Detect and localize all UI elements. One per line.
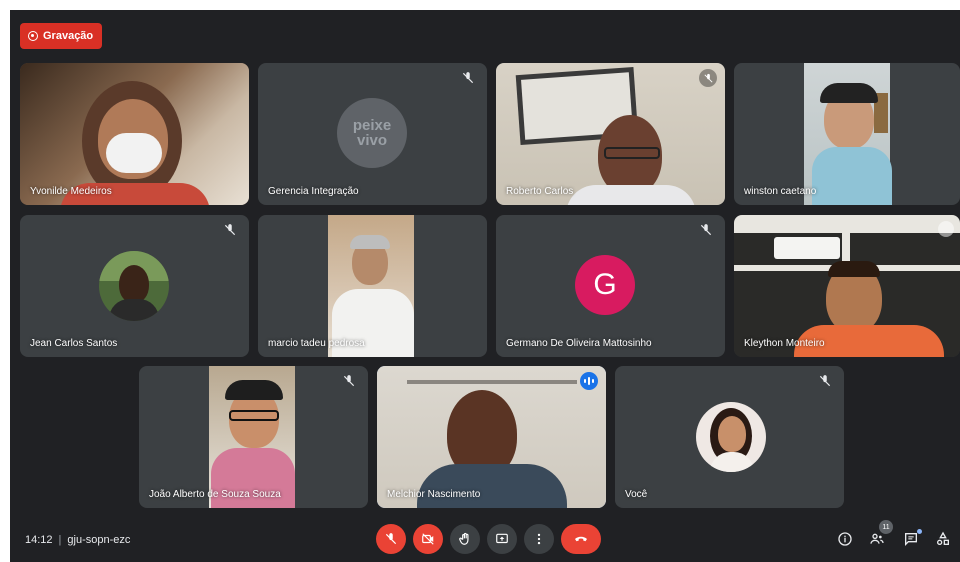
- speaking-indicator-icon: [580, 372, 598, 390]
- logo-avatar: peixe vivo: [337, 98, 407, 168]
- participant-name: Jean Carlos Santos: [30, 338, 118, 349]
- activities-button[interactable]: [934, 530, 952, 548]
- meeting-window: Gravação Yvonilde Medeiros peixe vivo Ge…: [10, 10, 960, 562]
- participant-tile-self[interactable]: Você: [615, 366, 844, 508]
- participant-tile[interactable]: Yvonilde Medeiros: [20, 63, 249, 205]
- mic-off-icon: [342, 374, 356, 388]
- avatar: [696, 402, 766, 472]
- participant-tile[interactable]: marcio tadeu pedrosa: [258, 215, 487, 357]
- participant-name: Kleython Monteiro: [744, 338, 825, 349]
- participant-name: João Alberto de Souza Souza: [149, 489, 281, 500]
- raise-hand-icon: [459, 532, 469, 545]
- participant-tile-active-speaker[interactable]: Melchior Nascimento: [377, 366, 606, 508]
- air-conditioner: [774, 237, 840, 259]
- participant-tile[interactable]: winston caetano: [734, 63, 960, 205]
- clock: 14:12: [25, 534, 53, 546]
- participant-tile[interactable]: G Germano De Oliveira Mattosinho: [496, 215, 725, 357]
- participant-shirt: [417, 464, 567, 508]
- present-icon: [496, 533, 508, 544]
- participant-name: Roberto Carlos: [506, 186, 574, 197]
- record-icon: [28, 31, 38, 41]
- avatar: [99, 251, 169, 321]
- mic-off-icon: [938, 221, 954, 237]
- raise-hand-button[interactable]: [450, 524, 480, 554]
- mic-off-icon: [223, 223, 237, 237]
- participant-name: marcio tadeu pedrosa: [268, 338, 365, 349]
- info-icon: [838, 532, 852, 546]
- mic-off-icon: [699, 223, 713, 237]
- participant-tile[interactable]: Roberto Carlos: [496, 63, 725, 205]
- glasses: [229, 410, 279, 421]
- participant-shirt: [812, 147, 892, 205]
- mic-off-icon: [818, 374, 832, 388]
- participant-name: Melchior Nascimento: [387, 489, 481, 500]
- participant-name: winston caetano: [744, 186, 817, 197]
- glasses: [604, 147, 660, 159]
- participant-shirt: [566, 185, 696, 205]
- chat-notification-dot: [917, 529, 922, 534]
- participant-name: Você: [625, 489, 648, 500]
- meeting-details-button[interactable]: [836, 530, 854, 548]
- participant-tile[interactable]: João Alberto de Souza Souza: [139, 366, 368, 508]
- face-mask: [106, 133, 162, 173]
- logo-text: peixe vivo: [352, 117, 392, 149]
- recording-label: Gravação: [43, 30, 94, 42]
- hair: [350, 235, 390, 249]
- mic-off-icon: [461, 71, 475, 85]
- end-call-icon: [575, 536, 587, 542]
- letter-avatar: G: [575, 255, 635, 315]
- control-bar: 14:12 | gju-sopn-ezc 11: [10, 518, 960, 562]
- more-options-button[interactable]: [524, 524, 554, 554]
- participant-name: Yvonilde Medeiros: [30, 186, 112, 197]
- meeting-info: 14:12 | gju-sopn-ezc: [25, 534, 130, 546]
- participant-tile[interactable]: Kleython Monteiro: [734, 215, 960, 357]
- activities-icon: [937, 531, 949, 545]
- cap: [820, 83, 878, 103]
- cap: [225, 380, 283, 400]
- mic-off-icon: [385, 533, 397, 545]
- participant-count-badge: 11: [879, 520, 893, 534]
- camera-off-icon: [422, 533, 434, 545]
- camera-toggle-button[interactable]: [413, 524, 443, 554]
- chat-icon: [905, 533, 917, 546]
- end-call-button[interactable]: [561, 524, 601, 554]
- meeting-code: gju-sopn-ezc: [67, 534, 131, 546]
- mic-off-icon: [699, 69, 717, 87]
- participant-tile[interactable]: Jean Carlos Santos: [20, 215, 249, 357]
- mic-toggle-button[interactable]: [376, 524, 406, 554]
- recording-badge[interactable]: Gravação: [20, 23, 103, 49]
- participant-name: Germano De Oliveira Mattosinho: [506, 338, 652, 349]
- hair: [828, 261, 880, 277]
- present-button[interactable]: [487, 524, 517, 554]
- ceiling-light: [407, 380, 577, 384]
- more-icon: [537, 533, 541, 545]
- participant-name: Gerencia Integração: [268, 186, 359, 197]
- participant-tile[interactable]: peixe vivo Gerencia Integração: [258, 63, 487, 205]
- separator: |: [58, 534, 62, 546]
